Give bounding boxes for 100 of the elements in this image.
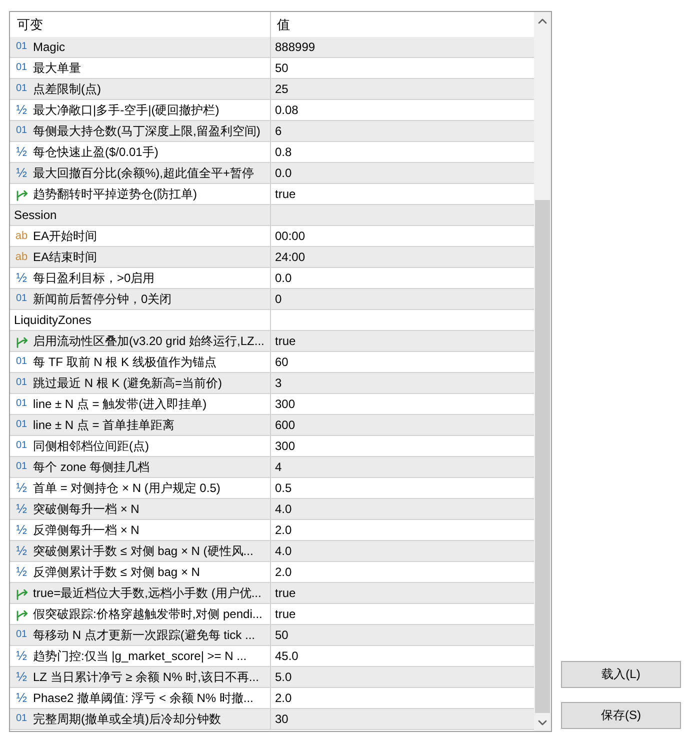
save-button[interactable]: 保存(S)	[561, 702, 681, 729]
fraction-icon: ½	[15, 671, 28, 683]
parameter-value[interactable]: 0.8	[275, 145, 292, 159]
parameter-value[interactable]: 6	[275, 124, 282, 138]
parameter-name: 点差限制(点)	[33, 80, 101, 98]
parameter-value[interactable]: 0	[275, 292, 282, 306]
fraction-icon: ½	[15, 650, 28, 662]
chevron-up-icon[interactable]	[538, 18, 547, 24]
parameter-name: EA结束时间	[33, 248, 98, 266]
parameter-name: 每侧最大持仓数(马丁深度上限,留盈利空间)	[33, 122, 260, 140]
parameter-name: 趋势门控:仅当 |g_market_score| >= N ...	[33, 648, 247, 664]
parameter-value[interactable]: 60	[275, 355, 288, 369]
digits-icon: 01	[15, 419, 28, 431]
load-button[interactable]: 载入(L)	[561, 661, 681, 688]
parameter-value[interactable]: true	[275, 607, 296, 621]
parameter-name: 最大回撤百分比(余额%),超此值全平+暂停	[33, 164, 254, 182]
parameter-name: 每个 zone 每侧挂几档	[33, 458, 150, 476]
group-heading: Session	[14, 208, 57, 222]
fraction-icon: ½	[15, 104, 28, 116]
parameter-value[interactable]: 30	[275, 712, 288, 726]
parameter-name: 趋势翻转时平掉逆势仓(防扛单)	[33, 186, 197, 202]
parameter-value[interactable]: true	[275, 187, 296, 201]
parameter-value[interactable]: 4	[275, 460, 282, 474]
digits-icon: 01	[15, 398, 28, 410]
parameter-value[interactable]: 50	[275, 628, 288, 642]
parameter-name: 假突破跟踪:价格穿越触发带时,对侧 pendi...	[33, 606, 262, 622]
parameter-name: Phase2 撤单阈值: 浮亏 < 余额 N% 时撤...	[33, 690, 254, 706]
parameter-name: 同侧相邻档位间距(点)	[33, 438, 149, 454]
parameter-value[interactable]: 50	[275, 61, 288, 75]
parameter-value[interactable]: 4.0	[275, 544, 292, 558]
scrollbar-thumb[interactable]	[535, 200, 550, 713]
fraction-icon: ½	[15, 167, 28, 179]
parameter-name: 跳过最近 N 根 K (避免新高=当前价)	[33, 374, 222, 392]
parameter-value[interactable]: 45.0	[275, 649, 298, 663]
parameter-value[interactable]: 4.0	[275, 502, 292, 516]
group-heading: LiquidityZones	[14, 313, 92, 327]
parameter-value[interactable]: 3	[275, 376, 282, 390]
fraction-icon: ½	[15, 482, 28, 494]
digits-icon: 01	[15, 356, 28, 368]
parameter-name: 突破侧每升一档 × N	[33, 500, 140, 518]
fraction-icon: ½	[15, 524, 28, 536]
parameter-value[interactable]: true	[275, 586, 296, 600]
fraction-icon: ½	[15, 545, 28, 557]
scrollbar-track[interactable]	[534, 12, 551, 731]
branch-arrow-icon	[15, 188, 28, 200]
parameter-value[interactable]: 25	[275, 82, 288, 96]
parameter-value[interactable]: 300	[275, 397, 296, 411]
branch-arrow-icon	[15, 608, 28, 620]
parameter-value[interactable]: 0.0	[275, 271, 292, 285]
chevron-down-icon[interactable]	[538, 720, 547, 726]
parameter-name: line ± N 点 = 首单挂单距离	[33, 416, 175, 434]
parameter-name: 每日盈利目标，>0启用	[33, 270, 155, 286]
parameter-name: 突破侧累计手数 ≤ 对侧 bag × N (硬性风...	[33, 542, 254, 560]
digits-icon: 01	[15, 440, 28, 452]
parameter-name: 反弹侧累计手数 ≤ 对侧 bag × N	[33, 564, 200, 580]
parameter-name: 最大净敞口|多手-空手|(硬回撤护栏)	[33, 102, 220, 118]
parameter-name: 新闻前后暂停分钟，0关闭	[33, 290, 172, 308]
parameter-value[interactable]: 888999	[275, 40, 316, 54]
fraction-icon: ½	[15, 692, 28, 704]
parameter-name: true=最近档位大手数,远档小手数 (用户优...	[33, 584, 262, 602]
letters-icon: ab	[15, 230, 28, 242]
digits-icon: 01	[15, 41, 28, 53]
parameter-value[interactable]: 2.0	[275, 523, 292, 537]
parameter-value[interactable]: 0.5	[275, 481, 292, 495]
parameter-name: 完整周期(撤单或全填)后冷却分钟数	[33, 710, 221, 728]
parameter-value[interactable]: 5.0	[275, 670, 292, 684]
parameter-name: 反弹侧每升一档 × N	[33, 522, 140, 538]
parameter-name: 首单 = 对侧持仓 × N (用户规定 0.5)	[33, 480, 220, 496]
digits-icon: 01	[15, 461, 28, 473]
parameter-name: line ± N 点 = 触发带(进入即挂单)	[33, 396, 207, 412]
parameter-name: EA开始时间	[33, 228, 98, 244]
letters-icon: ab	[15, 251, 28, 263]
branch-arrow-icon	[15, 334, 28, 348]
branch-arrow-icon	[15, 586, 28, 600]
fraction-icon: ½	[15, 566, 28, 578]
fraction-icon: ½	[15, 272, 28, 284]
parameter-name: Magic	[33, 40, 66, 54]
parameter-name: 每仓快速止盈($/0.01手)	[33, 144, 158, 160]
parameter-value[interactable]: 2.0	[275, 565, 292, 579]
parameter-value[interactable]: 2.0	[275, 691, 292, 705]
parameter-name: 启用流动性区叠加(v3.20 grid 始终运行,LZ...	[33, 332, 264, 350]
digits-icon: 01	[15, 713, 28, 725]
digits-icon: 01	[15, 62, 28, 74]
parameter-name: 每移动 N 点才更新一次跟踪(避免每 tick ...	[33, 626, 255, 644]
digits-icon: 01	[15, 125, 28, 137]
parameter-value[interactable]: 00:00	[275, 229, 306, 243]
parameter-name: 最大单量	[33, 60, 81, 76]
parameter-value[interactable]: 300	[275, 439, 296, 453]
parameter-value[interactable]: 0.0	[275, 166, 292, 180]
parameter-value[interactable]: 600	[275, 418, 296, 432]
parameter-value[interactable]: 0.08	[275, 103, 298, 117]
parameter-value[interactable]: true	[275, 334, 296, 348]
column-header[interactable]: 值	[277, 16, 290, 34]
fraction-icon: ½	[15, 146, 28, 158]
digits-icon: 01	[15, 629, 28, 641]
digits-icon: 01	[15, 377, 28, 389]
column-header[interactable]: 可变	[17, 16, 43, 34]
digits-icon: 01	[15, 83, 28, 95]
parameter-value[interactable]: 24:00	[275, 250, 306, 264]
parameter-name: LZ 当日累计净亏 ≥ 余额 N% 时,该日不再...	[33, 668, 259, 686]
